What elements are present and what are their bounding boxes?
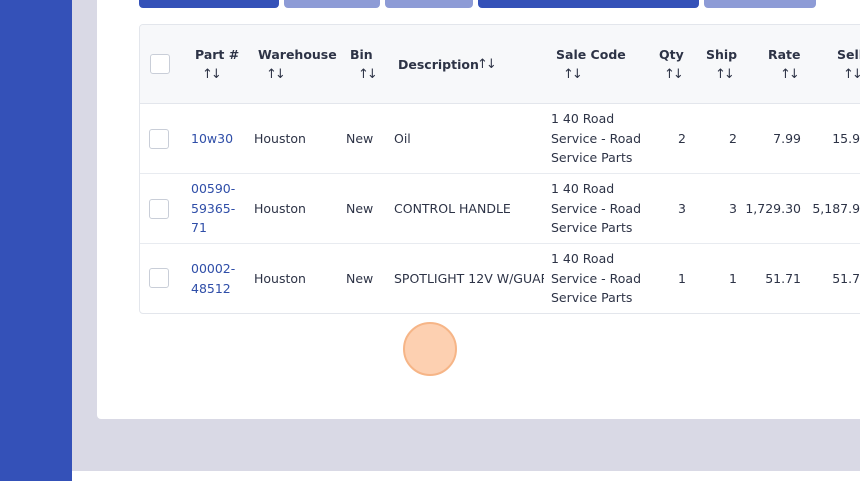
rate-cell: 1,729.30 bbox=[745, 201, 801, 216]
warehouse-cell: Houston bbox=[254, 131, 306, 146]
sale-code-line: Service Parts bbox=[551, 220, 633, 235]
toolbar-button-3[interactable] bbox=[385, 0, 473, 8]
column-header-warehouse[interactable]: Warehouse bbox=[258, 47, 337, 62]
column-header-sale-code[interactable]: Sale Code bbox=[556, 47, 626, 62]
column-header-rate[interactable]: Rate bbox=[768, 47, 801, 62]
column-header-description[interactable]: Description bbox=[398, 57, 479, 72]
description-cell: SPOTLIGHT 12V W/GUAR bbox=[394, 271, 544, 286]
warehouse-cell: Houston bbox=[254, 271, 306, 286]
sale-code-line: Service - Road bbox=[551, 270, 642, 286]
column-header-bin[interactable]: Bin bbox=[350, 47, 373, 62]
qty-cell: 2 bbox=[678, 131, 686, 146]
column-header-qty[interactable]: Qty bbox=[659, 47, 684, 62]
table-row[interactable]: 00590- 59365- 71 Houston New CONTROL HAN… bbox=[140, 174, 860, 244]
part-number-line[interactable]: 00002- bbox=[191, 259, 235, 279]
select-all-checkbox[interactable] bbox=[150, 54, 170, 74]
table-row[interactable]: 10w30 Houston New Oil 1 40 Road Service … bbox=[140, 104, 860, 174]
ship-cell: 1 bbox=[729, 271, 737, 286]
toolbar-button-2[interactable] bbox=[284, 0, 380, 8]
table-row[interactable]: 00002- 48512 Houston New SPOTLIGHT 12V W… bbox=[140, 244, 860, 313]
column-header-sell[interactable]: Sell bbox=[837, 47, 860, 62]
toolbar-button-4[interactable] bbox=[478, 0, 699, 8]
bin-cell: New bbox=[346, 201, 374, 216]
rate-cell: 51.71 bbox=[765, 271, 801, 286]
table-header: Part # ↑↓ Warehouse ↑↓ Bin ↑↓ Descriptio… bbox=[140, 25, 860, 104]
sale-code-line: 1 40 Road bbox=[551, 111, 615, 126]
ship-cell: 3 bbox=[729, 201, 737, 216]
part-number-line[interactable]: 00590- bbox=[191, 179, 235, 199]
sale-code-cell: 1 40 Road Service - Road Service Parts bbox=[551, 109, 641, 168]
sort-arrows-icon[interactable]: ↑↓ bbox=[477, 57, 497, 72]
sort-arrows-icon[interactable]: ↑↓ bbox=[266, 67, 286, 82]
sale-code-cell: 1 40 Road Service - Road Service Parts bbox=[551, 249, 641, 308]
bin-cell: New bbox=[346, 131, 374, 146]
toolbar-button-5[interactable] bbox=[704, 0, 816, 8]
part-number-link[interactable]: 00590- 59365- 71 bbox=[191, 179, 235, 238]
sell-cell: 5,187.90 bbox=[812, 201, 860, 216]
cursor-highlight bbox=[403, 322, 457, 376]
row-checkbox[interactable] bbox=[149, 199, 169, 219]
rate-cell: 7.99 bbox=[773, 131, 801, 146]
sale-code-cell: 1 40 Road Service - Road Service Parts bbox=[551, 179, 641, 238]
part-number-line[interactable]: 48512 bbox=[191, 279, 235, 299]
qty-cell: 1 bbox=[678, 271, 686, 286]
sort-arrows-icon[interactable]: ↑↓ bbox=[715, 67, 735, 82]
sort-arrows-icon[interactable]: ↑↓ bbox=[780, 67, 800, 82]
sort-arrows-icon[interactable]: ↑↓ bbox=[202, 67, 222, 82]
column-header-part[interactable]: Part # bbox=[195, 47, 239, 62]
bottom-strip bbox=[72, 471, 860, 481]
sale-code-line: Service Parts bbox=[551, 290, 633, 305]
sale-code-line: 1 40 Road bbox=[551, 181, 615, 196]
description-cell: CONTROL HANDLE bbox=[394, 201, 511, 216]
sort-arrows-icon[interactable]: ↑↓ bbox=[843, 67, 860, 82]
sale-code-line: 1 40 Road bbox=[551, 251, 615, 266]
sort-arrows-icon[interactable]: ↑↓ bbox=[664, 67, 684, 82]
sell-cell: 15.98 bbox=[832, 131, 860, 146]
sort-arrows-icon[interactable]: ↑↓ bbox=[563, 67, 583, 82]
row-checkbox[interactable] bbox=[149, 129, 169, 149]
row-checkbox[interactable] bbox=[149, 268, 169, 288]
qty-cell: 3 bbox=[678, 201, 686, 216]
column-header-ship[interactable]: Ship bbox=[706, 47, 737, 62]
sale-code-line: Service Parts bbox=[551, 150, 633, 165]
sort-arrows-icon[interactable]: ↑↓ bbox=[358, 67, 378, 82]
toolbar-button-1[interactable] bbox=[139, 0, 279, 8]
part-number-link[interactable]: 00002- 48512 bbox=[191, 259, 235, 298]
bin-cell: New bbox=[346, 271, 374, 286]
parts-table: Part # ↑↓ Warehouse ↑↓ Bin ↑↓ Descriptio… bbox=[139, 24, 860, 314]
sale-code-line: Service - Road bbox=[551, 130, 642, 146]
sale-code-line: Service - Road bbox=[551, 200, 642, 216]
description-cell: Oil bbox=[394, 131, 411, 146]
sidebar bbox=[0, 0, 72, 481]
part-number-link[interactable]: 10w30 bbox=[191, 129, 233, 149]
sell-cell: 51.71 bbox=[832, 271, 860, 286]
part-number-line[interactable]: 59365- bbox=[191, 199, 235, 219]
ship-cell: 2 bbox=[729, 131, 737, 146]
warehouse-cell: Houston bbox=[254, 201, 306, 216]
part-number-line[interactable]: 71 bbox=[191, 218, 235, 238]
